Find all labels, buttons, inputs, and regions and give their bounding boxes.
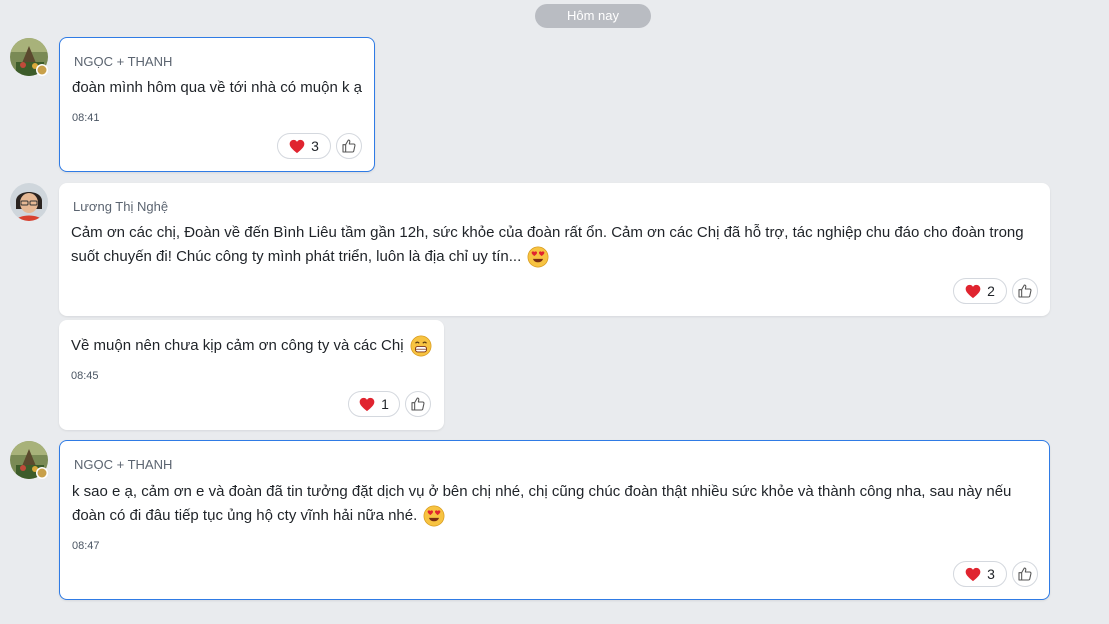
message-time: 08:45 <box>71 370 99 382</box>
message-text: Về muộn nên chưa kịp cảm ơn công ty và c… <box>71 337 404 354</box>
like-button[interactable] <box>336 133 362 159</box>
avatar-ngoc-thanh[interactable] <box>10 38 48 76</box>
message-text: suốt chuyến đi! Chúc công ty mình phát t… <box>71 248 522 265</box>
sender-name[interactable]: NGỌC + THANH <box>74 457 172 472</box>
heart-icon <box>359 397 375 411</box>
avatar-luong-thi-nghe[interactable] <box>10 183 48 221</box>
thumbs-up-icon <box>342 139 356 153</box>
message-text-line-1: Cảm ơn các chị, Đoàn về đến Bình Liêu tầ… <box>71 224 1024 241</box>
message-text: đoàn có đi đâu tiếp tục ủng hộ cty vĩnh … <box>72 507 418 524</box>
sender-name[interactable]: Lương Thị Nghệ <box>73 199 168 214</box>
thumbs-up-icon <box>1018 284 1032 298</box>
like-button[interactable] <box>1012 561 1038 587</box>
avatar-ngoc-thanh[interactable] <box>10 441 48 479</box>
heart-icon <box>965 284 981 298</box>
message-text-line-2: suốt chuyến đi! Chúc công ty mình phát t… <box>71 245 549 269</box>
reaction-summary[interactable]: 3 <box>953 561 1007 587</box>
sender-name[interactable]: NGỌC + THANH <box>74 54 172 69</box>
like-button[interactable] <box>405 391 431 417</box>
heart-eyes-emoji <box>424 505 445 527</box>
heart-eyes-emoji <box>527 246 549 268</box>
reaction-count: 3 <box>311 138 319 154</box>
thumbs-up-icon <box>411 397 425 411</box>
reaction-count: 3 <box>987 566 995 582</box>
date-divider: Hôm nay <box>535 4 651 28</box>
reaction-count: 1 <box>381 396 389 412</box>
message-text: đoàn mình hôm qua về tới nhà có muộn k ạ <box>72 79 363 96</box>
heart-icon <box>289 139 305 153</box>
message-text-line-1: Về muộn nên chưa kịp cảm ơn công ty và c… <box>71 334 432 358</box>
message-text-line-1: k sao e ạ, cảm ơn e và đoàn đã tin tưởng… <box>72 483 1012 500</box>
message-bubble[interactable]: NGỌC + THANH k sao e ạ, cảm ơn e và đoàn… <box>59 440 1050 600</box>
message-bubble[interactable]: Về muộn nên chưa kịp cảm ơn công ty và c… <box>59 320 444 430</box>
message-bubble[interactable]: Lương Thị Nghệ Cảm ơn các chị, Đoàn về đ… <box>59 183 1050 316</box>
reaction-summary[interactable]: 1 <box>348 391 400 417</box>
reaction-summary[interactable]: 2 <box>953 278 1007 304</box>
thumbs-up-icon <box>1018 567 1032 581</box>
reaction-count: 2 <box>987 283 995 299</box>
heart-icon <box>965 567 981 581</box>
message-time: 08:41 <box>72 112 100 124</box>
grinning-emoji <box>410 335 432 357</box>
reaction-summary[interactable]: 3 <box>277 133 331 159</box>
message-text-line-2: đoàn có đi đâu tiếp tục ủng hộ cty vĩnh … <box>72 504 445 528</box>
message-bubble[interactable]: NGỌC + THANH đoàn mình hôm qua về tới nh… <box>59 37 375 172</box>
message-time: 08:47 <box>72 540 100 552</box>
like-button[interactable] <box>1012 278 1038 304</box>
